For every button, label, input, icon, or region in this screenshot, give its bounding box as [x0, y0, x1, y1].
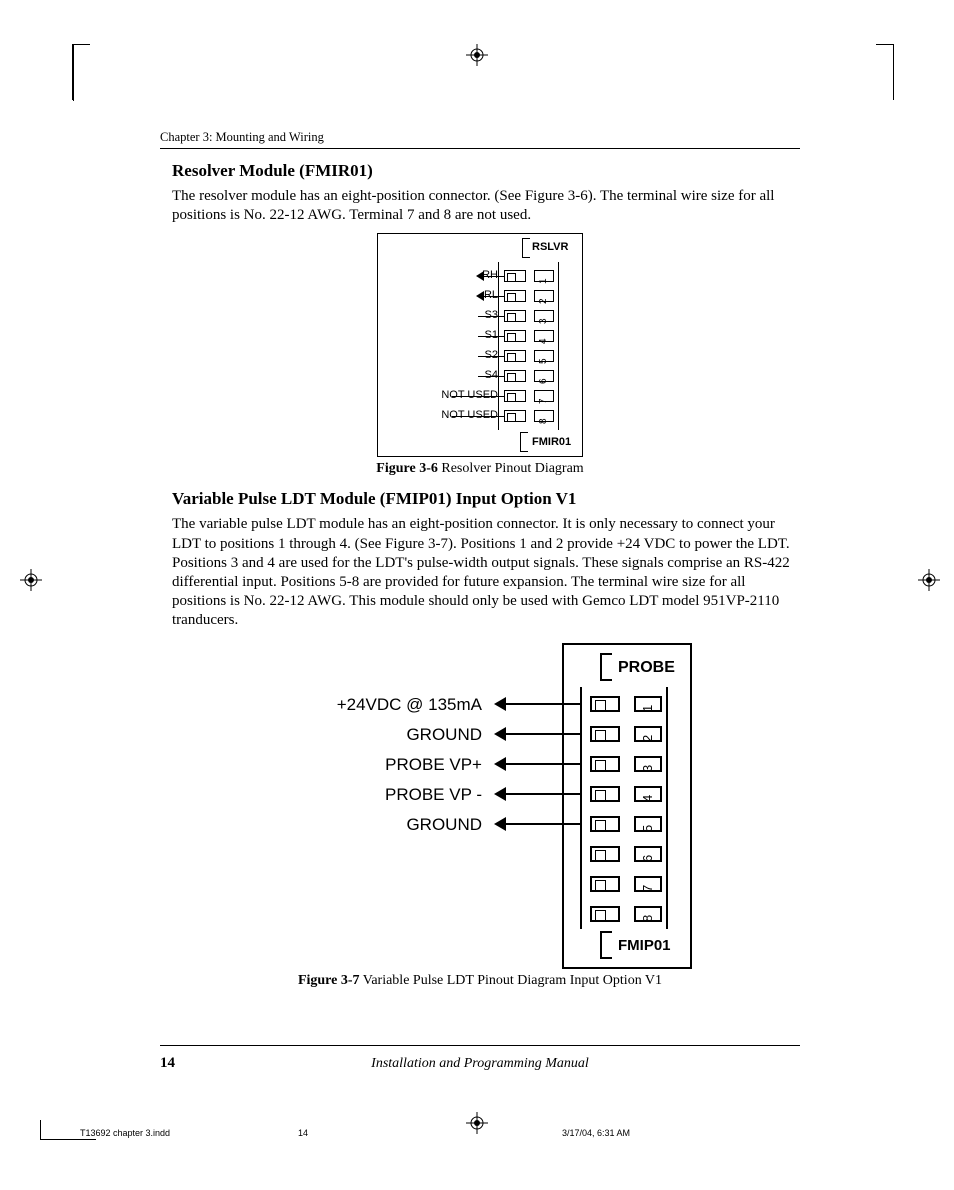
pin-label: NOT USED — [441, 409, 498, 421]
crop-mark-top-left — [72, 44, 90, 100]
crop-mark-top-right — [876, 44, 894, 100]
pin-number: 8 — [640, 914, 655, 921]
pin-label: S4 — [485, 369, 498, 381]
slug-timestamp: 3/17/04, 6:31 AM — [562, 1128, 630, 1138]
slug-page: 14 — [298, 1128, 308, 1138]
pin-number: 6 — [640, 854, 655, 861]
dia2-pin-row: 7 — [268, 871, 692, 901]
footer-rule — [160, 1045, 800, 1046]
footer-title: Installation and Programming Manual — [160, 1056, 800, 1072]
pin-number: 8 — [538, 419, 549, 425]
pin-label: RL — [484, 289, 498, 301]
registration-mark-bottom — [466, 1112, 488, 1134]
dia2-pin-row: PROBE VP - 4 — [268, 781, 692, 811]
dia2-pin-row: PROBE VP+ 3 — [268, 751, 692, 781]
ldt-pinout-diagram: PROBE FMIP01 +24VDC @ 135mA 1 GROUND 2 PROBE… — [268, 643, 692, 969]
pin-number: 7 — [640, 884, 655, 891]
dia1-pin-row: NOT USED 8 — [378, 406, 582, 426]
pin-label: GROUND — [292, 815, 482, 835]
pin-label: GROUND — [292, 725, 482, 745]
dia1-bottom-label: FMIR01 — [532, 436, 571, 448]
resolver-pinout-diagram: RSLVR RH1RL2S33S14S25S46NOT USED7NOT USE… — [377, 233, 583, 457]
dia2-pin-row: GROUND 5 — [268, 811, 692, 841]
registration-mark-top — [466, 44, 488, 66]
dia1-pin-row: S1 4 — [378, 326, 582, 346]
pin-number: 5 — [538, 359, 549, 365]
section-body-resolver: The resolver module has an eight-positio… — [172, 187, 800, 225]
dia1-pin-row: S2 5 — [378, 346, 582, 366]
dia1-pin-row: NOT USED 7 — [378, 386, 582, 406]
dia2-pin-row: +24VDC @ 135mA 1 — [268, 691, 692, 721]
pin-number: 7 — [538, 399, 549, 405]
pin-label: +24VDC @ 135mA — [292, 695, 482, 715]
dia2-bottom-label: FMIP01 — [618, 937, 671, 954]
pin-label: S1 — [485, 329, 498, 341]
pin-label: PROBE VP - — [292, 785, 482, 805]
page-content: Chapter 3: Mounting and Wiring Resolver … — [160, 130, 800, 1001]
pin-label: RH — [482, 269, 498, 281]
figure-3-6: RSLVR RH1RL2S33S14S25S46NOT USED7NOT USE… — [160, 233, 800, 477]
dia1-pin-row: RL 2 — [378, 286, 582, 306]
figure-3-7-caption: Figure 3-7 Variable Pulse LDT Pinout Dia… — [160, 973, 800, 989]
pin-label: NOT USED — [441, 389, 498, 401]
section-title-resolver: Resolver Module (FMIR01) — [172, 161, 800, 181]
slug-file: T13692 chapter 3.indd — [80, 1128, 170, 1138]
dia2-pin-row: 6 — [268, 841, 692, 871]
pin-number: 4 — [538, 339, 549, 345]
pin-number: 3 — [538, 319, 549, 325]
registration-mark-right — [918, 569, 940, 591]
registration-mark-left — [20, 569, 42, 591]
dia2-pin-row: GROUND 2 — [268, 721, 692, 751]
pin-number: 4 — [640, 794, 655, 801]
dia1-top-label: RSLVR — [532, 241, 568, 253]
pin-label: PROBE VP+ — [292, 755, 482, 775]
pin-number: 6 — [538, 379, 549, 385]
pin-label: S2 — [485, 349, 498, 361]
dia1-pin-row: S4 6 — [378, 366, 582, 386]
pin-number: 3 — [640, 764, 655, 771]
pin-number: 2 — [538, 299, 549, 305]
chapter-header: Chapter 3: Mounting and Wiring — [160, 130, 800, 149]
pin-label: S3 — [485, 309, 498, 321]
figure-3-7: PROBE FMIP01 +24VDC @ 135mA 1 GROUND 2 PROBE… — [160, 643, 800, 989]
dia1-pin-row: S3 3 — [378, 306, 582, 326]
section-title-ldt: Variable Pulse LDT Module (FMIP01) Input… — [172, 489, 800, 509]
pin-number: 1 — [640, 704, 655, 711]
dia2-top-label: PROBE — [618, 659, 675, 677]
dia2-pin-row: 8 — [268, 901, 692, 931]
figure-3-6-caption: Figure 3-6 Resolver Pinout Diagram — [160, 461, 800, 477]
pin-number: 1 — [538, 279, 549, 285]
pin-number: 5 — [640, 824, 655, 831]
dia1-pin-row: RH 1 — [378, 266, 582, 286]
section-body-ldt: The variable pulse LDT module has an eig… — [172, 515, 800, 630]
pin-number: 2 — [640, 734, 655, 741]
